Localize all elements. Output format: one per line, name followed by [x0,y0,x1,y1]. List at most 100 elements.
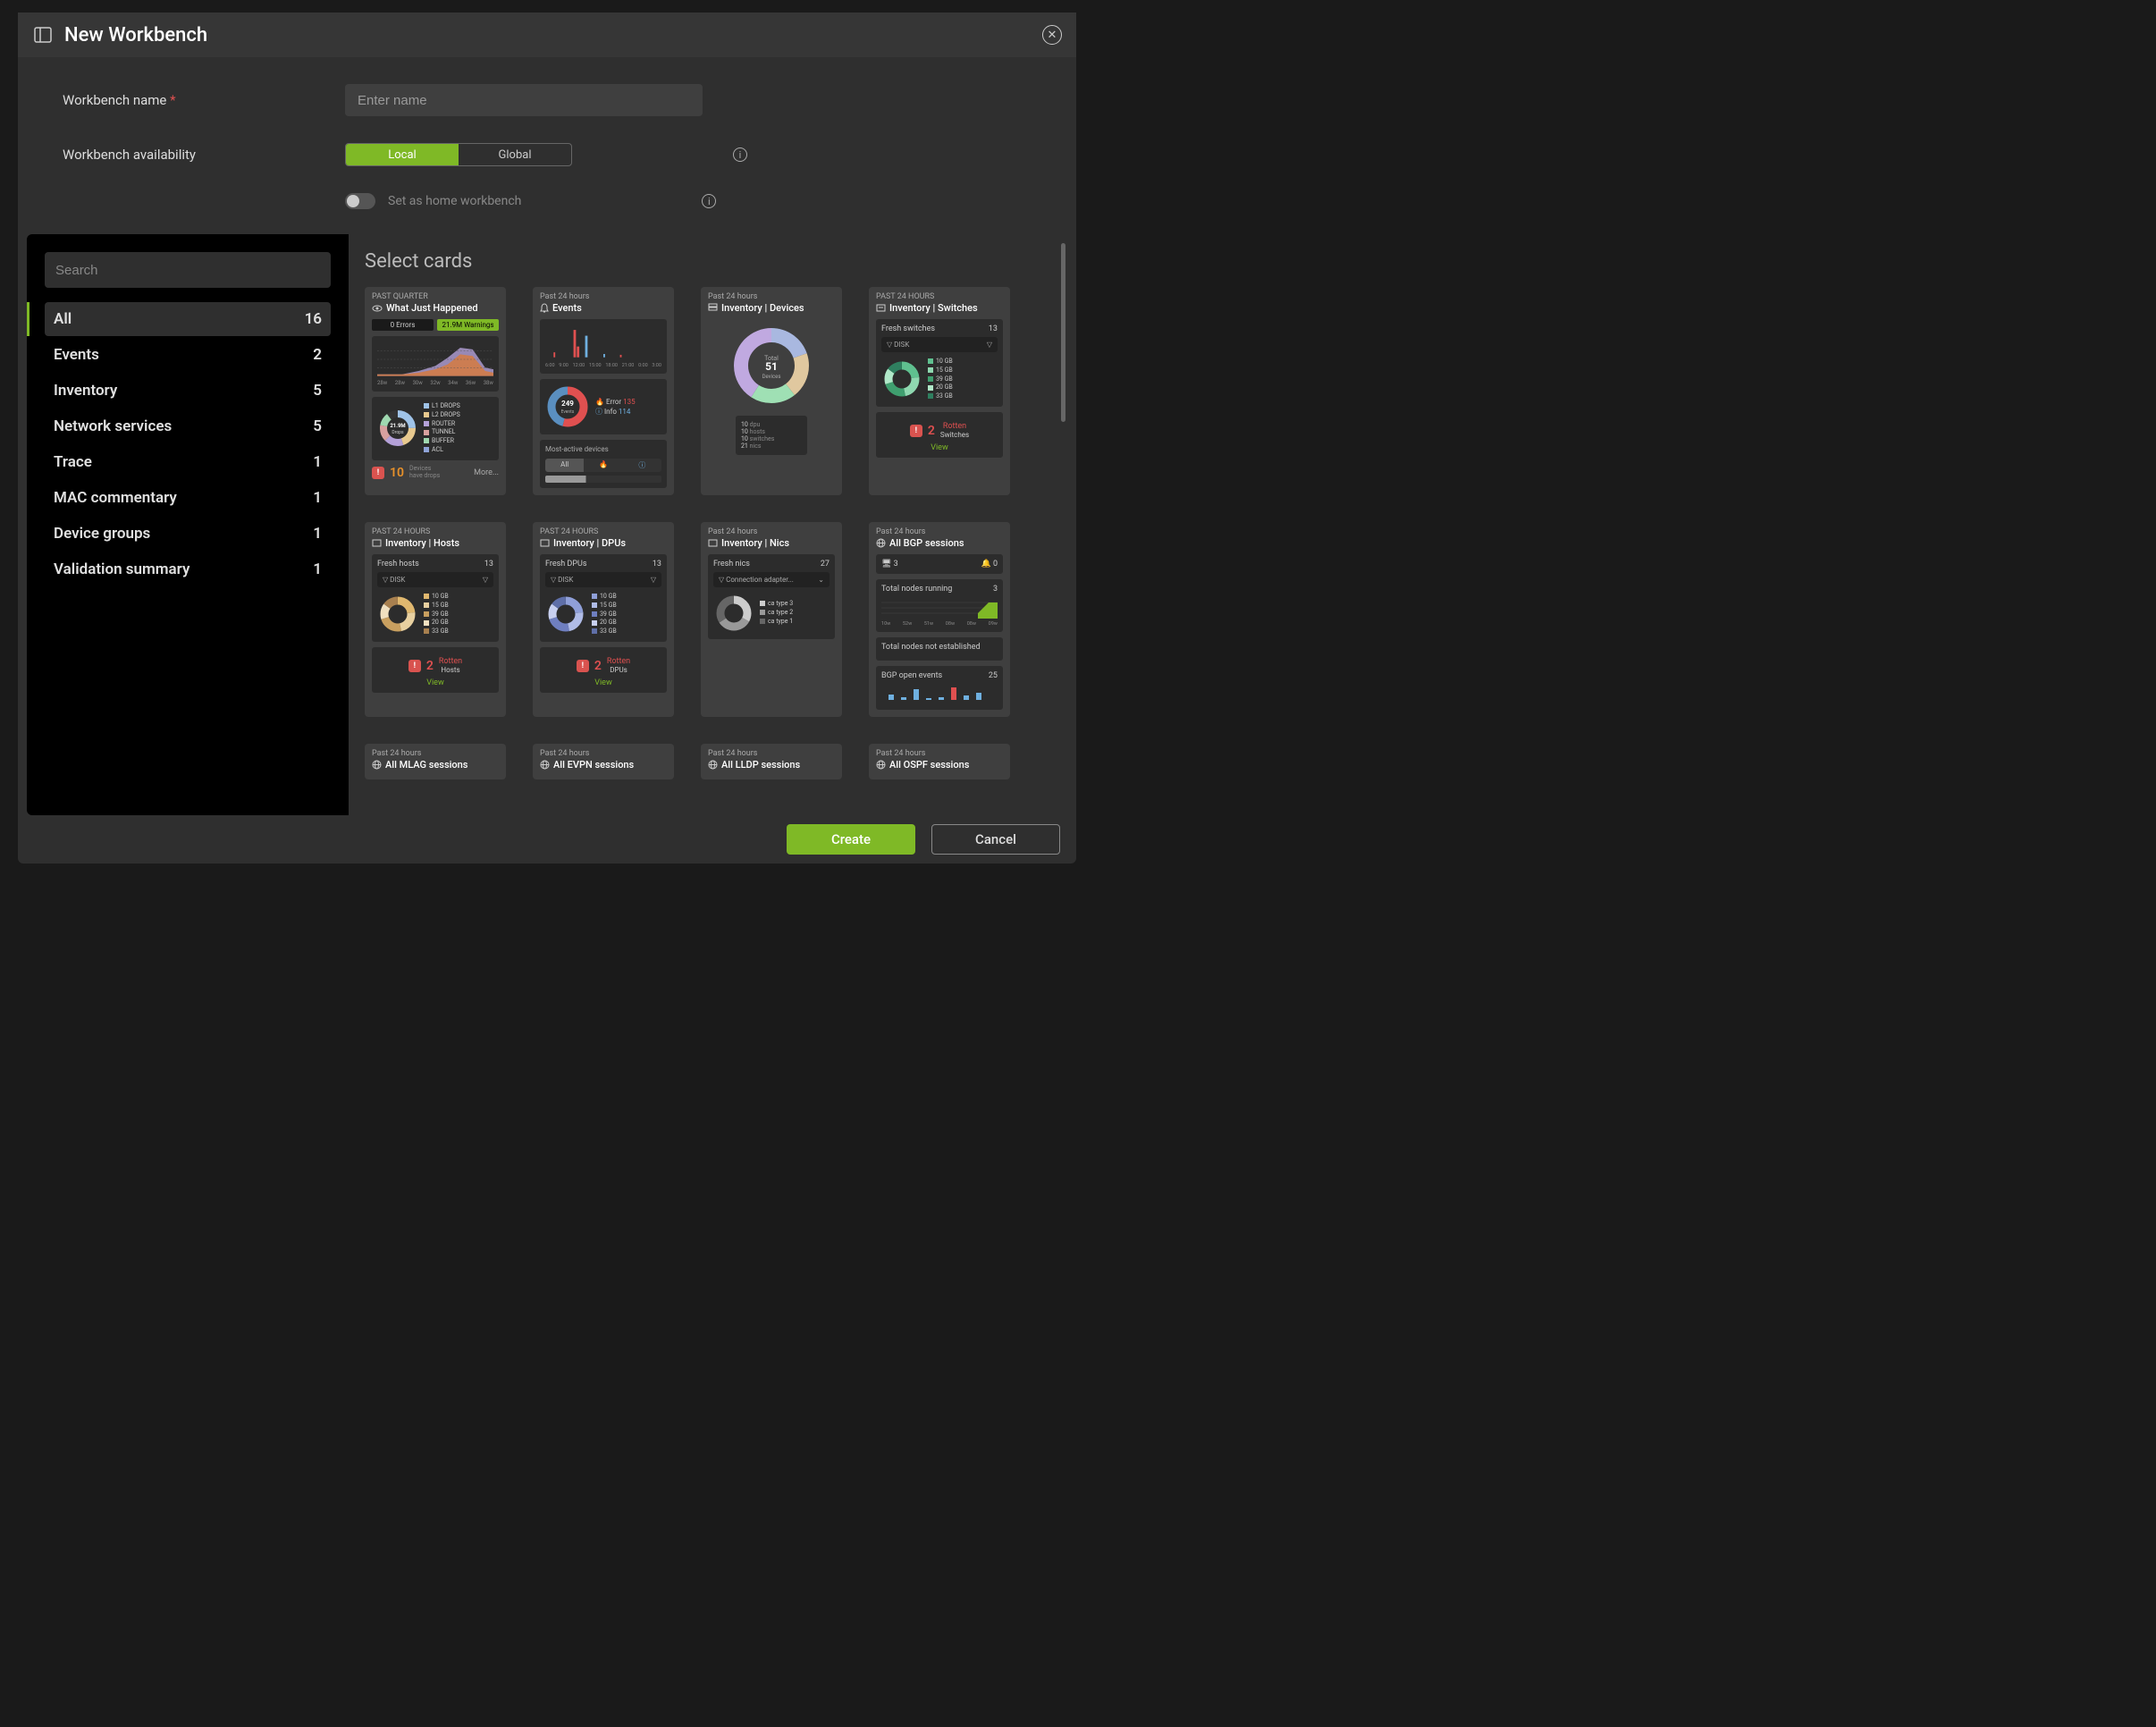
warnings-pill: 21.9M Warnings [437,319,499,331]
info-circle-icon: ⓘ [595,408,602,416]
info-icon[interactable]: i [702,194,716,208]
availability-toggle: Local Global [345,143,572,166]
row-home-switch: Set as home workbench i [63,193,1032,209]
hosts-donut-chart [377,594,418,635]
dialog-title: New Workbench [64,24,207,46]
scrollbar-thumb[interactable] [1061,243,1065,422]
home-workbench-label: Set as home workbench [388,194,521,208]
card-all-lldp-sessions[interactable]: Past 24 hours All LLDP sessions [701,744,842,779]
category-device-groups[interactable]: Device groups1 [45,517,331,551]
cards-panel: Select cards PAST QUARTER What Just Happ… [349,234,1067,815]
category-inventory[interactable]: Inventory5 [45,374,331,408]
card-inventory-switches[interactable]: PAST 24 HOURS Inventory | Switches Fresh… [869,287,1010,495]
cancel-button[interactable]: Cancel [931,824,1060,855]
card-all-mlag-sessions[interactable]: Past 24 hours All MLAG sessions [365,744,506,779]
availability-global[interactable]: Global [459,144,571,165]
events-spike-chart: 6:009:0012:0015:0018:0021:000:003:00 [540,319,667,374]
devices-donut-chart: Total 51 Devices [727,321,816,410]
switches-donut-chart [881,358,922,400]
panel-toggle-icon[interactable] [34,27,52,43]
category-validation-summary[interactable]: Validation summary1 [45,552,331,586]
seg-all[interactable]: All [545,459,584,472]
card-all-bgp-sessions[interactable]: Past 24 hours All BGP sessions 🖥 3 🔔 0 T… [869,522,1010,717]
adapter-select[interactable]: ▽ Connection adapter...⌄ [713,572,830,587]
dialog-footer: Create Cancel [18,815,1076,864]
label-availability: Workbench availability [63,147,345,163]
more-button[interactable]: More... [474,468,499,477]
required-indicator: * [170,92,175,108]
category-events[interactable]: Events2 [45,338,331,372]
bell-icon [540,303,549,313]
host-icon [372,539,382,547]
availability-local[interactable]: Local [346,144,459,165]
category-sidebar: All16 Events2 Inventory5 Network service… [27,234,349,815]
dialog-header: New Workbench ✕ [18,13,1076,57]
wjh-area-chart: 28w28w30w32w34w36w38w [372,336,499,392]
close-button[interactable]: ✕ [1042,25,1062,45]
wjh-legend: L1 DROPS L2 DROPS ROUTER TUNNEL BUFFER A… [424,402,460,455]
row-workbench-name: Workbench name * [63,84,1032,116]
fire-icon: 🔥 [599,460,608,468]
seg-info[interactable]: ⓘ [623,459,661,472]
card-what-just-happened[interactable]: PAST QUARTER What Just Happened 0 Errors… [365,287,506,495]
search-input[interactable] [45,252,331,288]
category-trace[interactable]: Trace1 [45,445,331,479]
category-mac-commentary[interactable]: MAC commentary1 [45,481,331,515]
bell-icon: 🔔 [981,560,990,569]
card-all-evpn-sessions[interactable]: Past 24 hours All EVPN sessions [533,744,674,779]
card-title: Events [552,302,582,314]
alert-icon: ! [408,660,421,672]
view-link[interactable]: View [545,678,661,687]
disk-select[interactable]: ▽ DISK▽ [881,337,998,352]
chevron-down-icon: ▽ [483,576,488,584]
info-icon[interactable]: i [733,147,747,162]
card-events[interactable]: Past 24 hours Events [533,287,674,495]
home-workbench-switch[interactable] [345,193,375,209]
errors-pill: 0 Errors [372,319,434,331]
svg-text:Drops: Drops [392,430,404,435]
chevron-down-icon: ▽ [987,341,992,349]
label-workbench-name: Workbench name * [63,92,345,108]
disk-select[interactable]: ▽ DISK▽ [545,572,661,587]
row-availability: Workbench availability Local Global i [63,143,1032,166]
chevron-down-icon: ⌄ [818,576,824,584]
card-inventory-dpus[interactable]: PAST 24 HOURS Inventory | DPUs Fresh DPU… [533,522,674,717]
monitor-icon: 🖥 [881,560,891,569]
card-inventory-devices[interactable]: Past 24 hours Inventory | Devices [701,287,842,495]
dpu-icon [540,539,550,547]
card-title: Inventory | Switches [889,302,978,314]
devices-legend: 10 dpu 10 hosts 10 switches 21 nics [736,416,807,455]
card-inventory-nics[interactable]: Past 24 hours Inventory | Nics Fresh nic… [701,522,842,717]
info-circle-icon: ⓘ [638,461,645,469]
events-donut-chart: 249 Events [545,384,590,429]
card-title: All BGP sessions [889,537,964,549]
chevron-down-icon: ▽ [651,576,656,584]
wjh-donut-chart: 21.9M Drops [377,408,418,449]
card-all-ospf-sessions[interactable]: Past 24 hours All OSPF sessions [869,744,1010,779]
svg-text:21.9M: 21.9M [390,423,405,429]
globe-icon [708,760,718,770]
dialog-body: All16 Events2 Inventory5 Network service… [18,234,1076,815]
category-network-services[interactable]: Network services5 [45,409,331,443]
nics-donut-chart [713,593,754,634]
view-link[interactable]: View [881,443,998,452]
bgp-open-events-chart [881,684,998,702]
alert-icon: ! [372,467,384,479]
card-inventory-hosts[interactable]: PAST 24 HOURS Inventory | Hosts Fresh ho… [365,522,506,717]
cards-grid: PAST QUARTER What Just Happened 0 Errors… [365,287,1058,779]
alert-icon: ! [910,425,922,437]
card-title: Inventory | Nics [721,537,789,549]
svg-text:249: 249 [561,400,574,408]
select-cards-title: Select cards [365,250,1058,273]
workbench-name-input[interactable] [345,84,703,116]
card-title: All LLDP sessions [721,759,800,771]
disk-select[interactable]: ▽ DISK▽ [377,572,493,587]
category-all[interactable]: All16 [45,302,331,336]
most-active-devices-panel: Most-active devices All 🔥 ⓘ [540,440,667,488]
seg-fire[interactable]: 🔥 [584,459,622,472]
globe-icon [876,760,886,770]
view-link[interactable]: View [377,678,493,687]
category-list: All16 Events2 Inventory5 Network service… [45,302,331,588]
server-icon [708,303,718,313]
create-button[interactable]: Create [787,824,915,855]
